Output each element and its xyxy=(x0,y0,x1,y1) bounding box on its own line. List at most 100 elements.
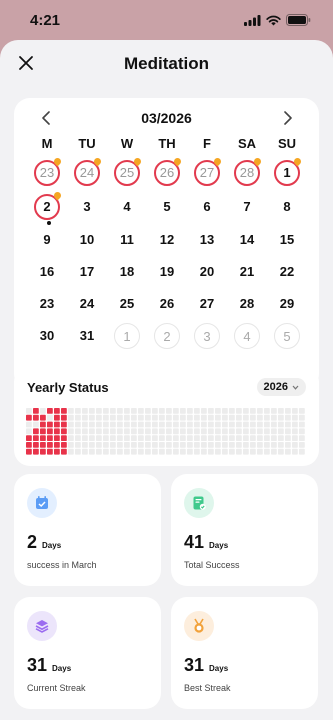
heatmap-cell xyxy=(236,408,242,414)
weekday-label: TU xyxy=(78,136,96,151)
heatmap-cell xyxy=(47,408,53,414)
heatmap-cell xyxy=(40,421,46,428)
calendar-day[interactable]: 10 xyxy=(74,227,100,253)
year-selector[interactable]: 2026 xyxy=(256,378,306,396)
heatmap-cell xyxy=(222,421,228,428)
calendar-day[interactable]: 3 xyxy=(194,323,220,349)
heatmap-cell xyxy=(229,448,235,455)
calendar-day[interactable]: 14 xyxy=(234,227,260,253)
calendar-day[interactable]: 28 xyxy=(234,156,263,186)
heatmap-cell xyxy=(166,435,172,441)
weekday-label: W xyxy=(120,136,134,151)
calendar-day[interactable]: 7 xyxy=(234,194,260,220)
chevron-right-icon[interactable] xyxy=(280,111,294,125)
heatmap-cell xyxy=(54,435,60,441)
stat-value: 2 Days xyxy=(27,532,61,553)
calendar-day[interactable]: 9 xyxy=(34,227,60,253)
calendar-day[interactable]: 27 xyxy=(194,156,223,186)
calendar-day[interactable]: 4 xyxy=(114,194,140,220)
calendar-day[interactable]: 18 xyxy=(114,259,140,285)
heatmap-cell xyxy=(271,428,277,435)
heatmap-cell xyxy=(229,428,235,435)
heatmap-cell xyxy=(47,448,53,455)
calendar-day[interactable]: 2 xyxy=(34,190,63,225)
calendar-day[interactable]: 22 xyxy=(274,259,300,285)
heatmap-cell xyxy=(166,448,172,455)
close-icon[interactable] xyxy=(18,55,34,71)
heatmap-cell xyxy=(47,435,53,441)
heatmap-cell xyxy=(54,428,60,435)
calendar-day[interactable]: 31 xyxy=(74,323,100,349)
calendar-day[interactable]: 4 xyxy=(234,323,260,349)
calendar-day-label: 4 xyxy=(123,199,131,214)
heatmap-cell xyxy=(117,442,123,448)
heatmap-cell xyxy=(152,408,158,414)
heatmap-cell xyxy=(215,428,221,435)
heatmap-cell xyxy=(243,448,249,455)
calendar-day[interactable]: 25 xyxy=(114,291,140,317)
heatmap-cell xyxy=(103,448,109,455)
calendar-day[interactable]: 28 xyxy=(234,291,260,317)
calendar-day[interactable]: 13 xyxy=(194,227,220,253)
calendar-day-label: 7 xyxy=(243,199,251,214)
heatmap-cell xyxy=(278,448,284,455)
calendar-day[interactable]: 12 xyxy=(154,227,180,253)
heatmap-cell xyxy=(278,428,284,435)
heatmap-cell xyxy=(250,435,256,441)
heatmap-cell xyxy=(208,414,214,421)
calendar-check-icon xyxy=(27,488,57,518)
calendar-day[interactable]: 26 xyxy=(154,291,180,317)
heatmap-cell xyxy=(187,421,193,428)
heatmap-cell xyxy=(271,442,277,448)
calendar-day[interactable]: 17 xyxy=(74,259,100,285)
heatmap-cell xyxy=(201,408,207,414)
calendar-day[interactable]: 29 xyxy=(274,291,300,317)
heatmap-cell xyxy=(75,414,81,421)
calendar-day[interactable]: 24 xyxy=(74,156,103,186)
calendar-day-label: 18 xyxy=(119,264,135,279)
heatmap-cell xyxy=(159,435,165,441)
heatmap-cell xyxy=(250,414,256,421)
heatmap-cell xyxy=(138,442,144,448)
calendar-day[interactable]: 23 xyxy=(34,156,63,186)
calendar-day[interactable]: 19 xyxy=(154,259,180,285)
heatmap-cell xyxy=(243,428,249,435)
calendar-day-label: 3 xyxy=(83,199,91,214)
heatmap-cell xyxy=(215,448,221,455)
heatmap-cell xyxy=(145,442,151,448)
calendar-day[interactable]: 6 xyxy=(194,194,220,220)
stat-unit: Days xyxy=(52,664,72,673)
calendar-day[interactable]: 20 xyxy=(194,259,220,285)
heatmap-cell xyxy=(264,428,270,435)
calendar-day[interactable]: 2 xyxy=(154,323,180,349)
calendar-day[interactable]: 8 xyxy=(274,194,300,220)
calendar-day-label: 3 xyxy=(203,329,211,344)
heatmap-cell xyxy=(68,408,74,414)
heatmap-cell xyxy=(222,414,228,421)
heatmap-cell xyxy=(75,421,81,428)
calendar-day[interactable]: 27 xyxy=(194,291,220,317)
calendar-day[interactable]: 16 xyxy=(34,259,60,285)
calendar-day-label: 1 xyxy=(123,329,131,344)
calendar-day[interactable]: 5 xyxy=(154,194,180,220)
heatmap-cell xyxy=(82,421,88,428)
calendar-day[interactable]: 25 xyxy=(114,156,143,186)
calendar-day[interactable]: 24 xyxy=(74,291,100,317)
calendar-day[interactable]: 23 xyxy=(34,291,60,317)
calendar-day[interactable]: 11 xyxy=(114,227,140,253)
status-time: 4:21 xyxy=(30,11,61,29)
calendar-day[interactable]: 21 xyxy=(234,259,260,285)
heatmap-cell xyxy=(145,408,151,414)
calendar-day[interactable]: 1 xyxy=(114,323,140,349)
calendar-day[interactable]: 5 xyxy=(274,323,300,349)
heatmap-cell xyxy=(40,428,46,435)
heatmap-cell xyxy=(47,442,53,448)
heatmap-cell xyxy=(131,442,137,448)
calendar-day[interactable]: 3 xyxy=(74,194,100,220)
calendar-day[interactable]: 30 xyxy=(34,323,60,349)
calendar-day[interactable]: 15 xyxy=(274,227,300,253)
heatmap-cell xyxy=(278,435,284,441)
calendar-day[interactable]: 1 xyxy=(274,156,303,186)
calendar-day-label: 24 xyxy=(79,165,95,180)
calendar-day[interactable]: 26 xyxy=(154,156,183,186)
